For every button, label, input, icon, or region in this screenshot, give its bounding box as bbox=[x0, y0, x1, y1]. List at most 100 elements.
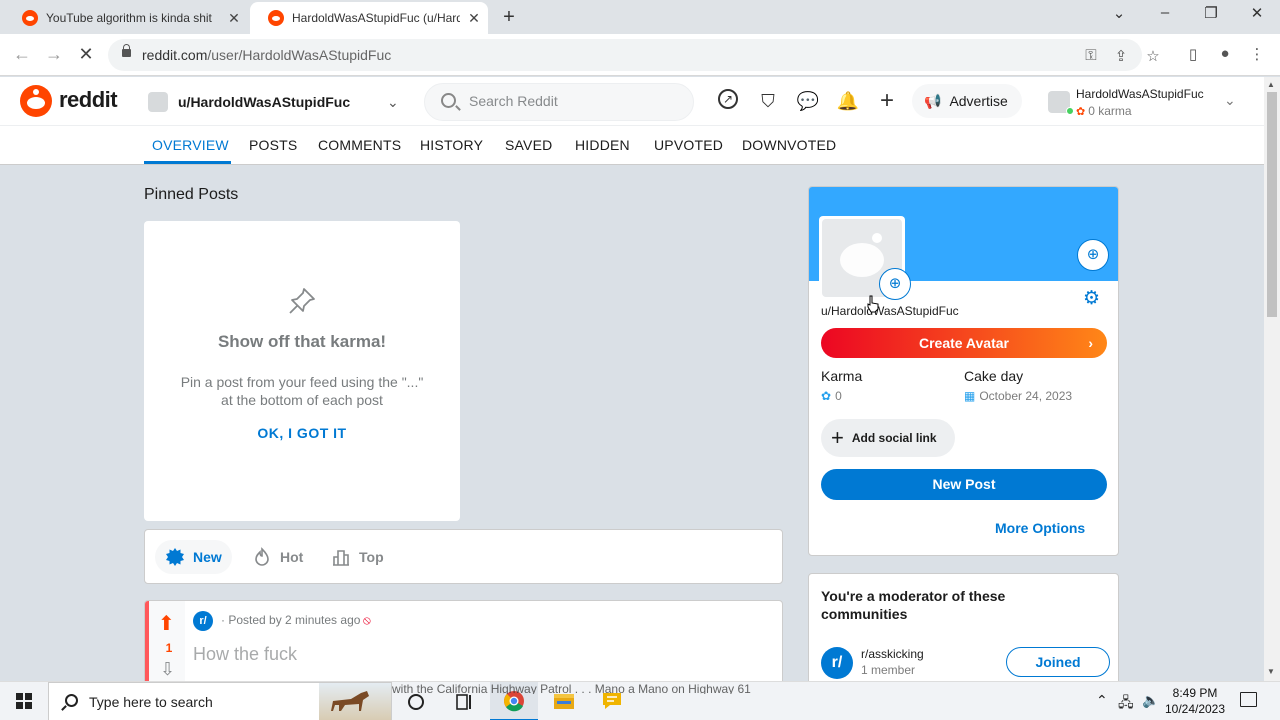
tab-upvoted[interactable]: UPVOTED bbox=[654, 137, 723, 153]
tab-search-chevron-icon[interactable]: ⌄ bbox=[1104, 4, 1134, 22]
community-user-dropdown[interactable]: u/HardoldWasAStupidFuc ⌄ bbox=[143, 86, 407, 118]
joined-button[interactable]: Joined bbox=[1006, 647, 1110, 677]
window-close-icon[interactable]: ✕ bbox=[1242, 4, 1272, 22]
windows-start-icon[interactable] bbox=[16, 693, 32, 709]
account-karma: 0 karma bbox=[1076, 104, 1131, 118]
karma-value: ✿ 0 bbox=[821, 389, 842, 403]
side-panel-icon[interactable]: ▯ bbox=[1182, 45, 1204, 63]
clock-time: 8:49 PM bbox=[1172, 686, 1218, 700]
moderator-communities-card: You're a moderator of these communities … bbox=[808, 573, 1119, 693]
chat-icon[interactable]: 💬 bbox=[796, 89, 820, 113]
sort-hot-button[interactable]: Hot bbox=[242, 540, 313, 574]
reddit-wordmark[interactable]: reddit bbox=[59, 87, 118, 113]
new-tab-plus-icon[interactable]: + bbox=[498, 6, 520, 29]
notification-center-icon[interactable] bbox=[1240, 692, 1257, 707]
post-score: 1 bbox=[165, 641, 173, 655]
system-clock[interactable]: 8:49 PM 10/24/2023 bbox=[1163, 685, 1227, 717]
tab-history[interactable]: HISTORY bbox=[420, 137, 483, 153]
create-avatar-button[interactable]: Create Avatar › bbox=[821, 328, 1107, 358]
share-icon[interactable]: ⇪ bbox=[1110, 47, 1132, 65]
chrome-menu-icon[interactable]: ⋮ bbox=[1246, 45, 1268, 63]
search-input[interactable] bbox=[469, 93, 679, 109]
taskbar-search-placeholder: Type here to search bbox=[89, 694, 213, 710]
community-name[interactable]: r/asskicking bbox=[861, 647, 924, 661]
chevron-down-icon: ⌄ bbox=[387, 93, 399, 110]
url-domain: reddit.com bbox=[142, 47, 208, 63]
community-members: 1 member bbox=[861, 663, 916, 677]
post-title[interactable]: How the fuck bbox=[193, 644, 297, 665]
profile-avatar-icon[interactable]: ● bbox=[1214, 45, 1236, 62]
online-status-dot bbox=[1066, 107, 1074, 115]
pin-heading: Show off that karma! bbox=[217, 332, 387, 351]
search-bar[interactable] bbox=[424, 83, 694, 121]
shield-icon[interactable]: ⛉ bbox=[756, 89, 780, 113]
pinned-posts-heading: Pinned Posts bbox=[144, 186, 239, 203]
flame-icon bbox=[255, 547, 269, 566]
tab-comments[interactable]: COMMENTS bbox=[318, 137, 401, 153]
search-icon bbox=[65, 694, 78, 707]
browser-tab-strip: YouTube algorithm is kinda shit ✕ Hardol… bbox=[0, 0, 1280, 34]
network-icon[interactable]: 🖧 bbox=[1118, 692, 1134, 716]
tab-posts[interactable]: POSTS bbox=[249, 137, 297, 153]
url-text[interactable]: reddit.com/user/HardoldWasAStupidFuc bbox=[142, 47, 391, 63]
karma-number: 0 bbox=[835, 389, 842, 403]
create-avatar-label: Create Avatar bbox=[918, 335, 1009, 351]
url-path: /user/HardoldWasAStupidFuc bbox=[207, 47, 392, 63]
subreddit-icon[interactable]: r/ bbox=[193, 611, 213, 631]
new-post-button[interactable]: New Post bbox=[821, 469, 1107, 500]
tab-title: YouTube algorithm is kinda shit bbox=[46, 11, 212, 25]
upvote-arrow-icon[interactable]: ⬆ bbox=[158, 611, 175, 636]
page-scrollbar[interactable]: ▲ ▼ bbox=[1264, 77, 1280, 681]
minimize-icon[interactable]: – bbox=[1150, 4, 1180, 21]
taskbar-search-box[interactable]: Type here to search bbox=[48, 682, 392, 720]
browser-tab-profile[interactable]: HardoldWasAStupidFuc (u/Hardo ✕ bbox=[250, 2, 488, 34]
scroll-down-arrow-icon[interactable]: ▼ bbox=[1267, 667, 1275, 676]
search-highlight-horse-image bbox=[319, 683, 391, 720]
browser-tab-youtube-post[interactable]: YouTube algorithm is kinda shit ✕ bbox=[4, 2, 248, 34]
forward-arrow-icon[interactable]: → bbox=[42, 44, 66, 65]
show-hidden-icons-chevron-icon[interactable]: ⌃ bbox=[1096, 692, 1108, 709]
pinned-posts-card: Show off that karma! Pin a post from you… bbox=[144, 221, 460, 521]
moderator-card-title: You're a moderator of these communities bbox=[821, 588, 1006, 622]
tab-hidden[interactable]: HIDDEN bbox=[575, 137, 630, 153]
removed-icon: ⦸ bbox=[363, 613, 371, 627]
restore-icon[interactable]: ❐ bbox=[1196, 4, 1226, 22]
bookmark-star-icon[interactable]: ☆ bbox=[1142, 47, 1164, 65]
add-social-link-button[interactable]: + Add social link bbox=[821, 419, 955, 457]
reddit-logo-icon[interactable] bbox=[20, 85, 52, 117]
ok-got-it-button[interactable]: OK, I GOT IT bbox=[144, 425, 460, 441]
sort-new-label: New bbox=[193, 549, 222, 565]
cakeday-label: Cake day bbox=[964, 368, 1024, 384]
post-meta: · Posted by 2 minutes ago bbox=[221, 613, 361, 627]
sort-new-button[interactable]: New bbox=[155, 540, 232, 574]
advertise-button[interactable]: 📢 Advertise bbox=[912, 84, 1022, 118]
sort-top-button[interactable]: Top bbox=[321, 540, 394, 574]
community-icon[interactable]: r/ bbox=[821, 647, 853, 679]
key-icon[interactable]: ⚿ bbox=[1080, 47, 1102, 64]
account-menu[interactable]: HardoldWasAStupidFuc 0 karma ⌄ bbox=[1040, 81, 1250, 121]
close-tab-icon[interactable]: ✕ bbox=[460, 10, 488, 27]
tab-downvoted[interactable]: DOWNVOTED bbox=[742, 137, 836, 153]
avatar-camera-plus-icon[interactable]: ⊕ bbox=[879, 268, 911, 300]
megaphone-icon: 📢 bbox=[924, 92, 942, 109]
sort-top-label: Top bbox=[359, 549, 384, 565]
reddit-favicon-icon bbox=[22, 10, 38, 26]
downvote-arrow-icon[interactable]: ⇩ bbox=[160, 659, 175, 680]
scrollbar-thumb[interactable] bbox=[1267, 92, 1277, 317]
gear-icon[interactable]: ⚙ bbox=[1083, 287, 1100, 310]
tab-overview[interactable]: OVERVIEW bbox=[152, 137, 229, 153]
banner-camera-plus-icon[interactable]: ⊕ bbox=[1077, 239, 1109, 271]
create-post-plus-icon[interactable]: + bbox=[875, 89, 899, 113]
tab-saved[interactable]: SAVED bbox=[505, 137, 552, 153]
more-options-button[interactable]: More Options bbox=[995, 520, 1085, 536]
scroll-up-arrow-icon[interactable]: ▲ bbox=[1267, 80, 1275, 89]
notification-bell-icon[interactable]: 🔔 bbox=[836, 89, 860, 113]
volume-icon[interactable]: 🔈 bbox=[1142, 692, 1159, 709]
back-arrow-icon[interactable]: ← bbox=[10, 44, 34, 65]
close-tab-icon[interactable]: ✕ bbox=[220, 10, 248, 27]
popular-arrow-icon[interactable]: ↗ bbox=[718, 89, 738, 109]
advertise-label: Advertise bbox=[949, 93, 1008, 109]
address-bar[interactable]: reddit.com/user/HardoldWasAStupidFuc ⚿ ⇪… bbox=[108, 39, 1160, 71]
stop-loading-icon[interactable]: ✕ bbox=[74, 44, 98, 65]
cake-icon: ▦ bbox=[964, 389, 976, 403]
